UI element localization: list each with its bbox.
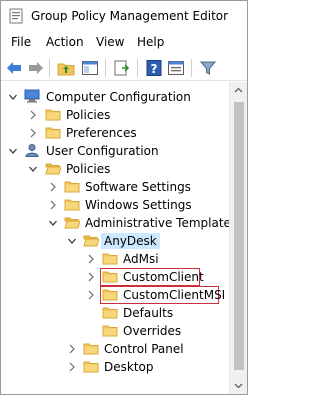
- tree-label: Administrative Templates: P: [85, 216, 229, 230]
- folder-open-icon: [45, 161, 61, 175]
- tree-label: Overrides: [123, 324, 182, 338]
- scroll-up-arrow-icon[interactable]: [230, 82, 247, 99]
- tree-node-overrides[interactable]: Overrides: [1, 322, 229, 340]
- vertical-scrollbar[interactable]: [229, 82, 247, 394]
- tree-node-windows-settings[interactable]: Windows Settings: [1, 196, 229, 214]
- folder-icon: [102, 251, 118, 265]
- tree-node-software-settings[interactable]: Software Settings: [1, 178, 229, 196]
- scrollbar-thumb[interactable]: [234, 102, 244, 370]
- tree-label: AnyDesk: [101, 233, 160, 249]
- tree-node-desktop[interactable]: Desktop: [1, 358, 229, 376]
- scroll-down-arrow-icon[interactable]: [230, 377, 247, 394]
- folder-icon: [83, 359, 99, 373]
- tree-label: Policies: [66, 108, 111, 122]
- tree-node-control-panel[interactable]: Control Panel: [1, 340, 229, 358]
- chevron-right-icon[interactable]: [67, 343, 77, 355]
- tree-label: Policies: [66, 162, 111, 176]
- tree-label: Defaults: [123, 306, 174, 320]
- toolbar-separator: [137, 59, 138, 77]
- chevron-right-icon[interactable]: [48, 181, 58, 193]
- filter-icon[interactable]: [199, 59, 217, 77]
- chevron-down-icon[interactable]: [8, 145, 18, 157]
- chevron-right-icon[interactable]: [48, 199, 58, 211]
- tree-label: Computer Configuration: [46, 90, 191, 104]
- window-title: Group Policy Management Editor: [31, 9, 229, 23]
- toolbar: ?: [1, 55, 247, 81]
- export-list-icon[interactable]: [113, 59, 131, 77]
- tree-label: AdMsi: [123, 252, 159, 266]
- toolbar-separator: [49, 59, 50, 77]
- chevron-right-icon[interactable]: [67, 361, 77, 373]
- folder-icon: [83, 341, 99, 355]
- policy-editor-app-icon: [9, 8, 23, 24]
- computer-icon: [24, 89, 40, 103]
- chevron-right-icon[interactable]: [28, 109, 38, 121]
- menu-file[interactable]: File: [11, 35, 31, 49]
- tree-node-uc-policies[interactable]: Policies: [1, 160, 229, 178]
- tree-node-computer-configuration[interactable]: Computer Configuration: [1, 88, 229, 106]
- toolbar-separator: [105, 59, 106, 77]
- tree-node-customclient[interactable]: CustomClient: [1, 268, 229, 286]
- chevron-down-icon[interactable]: [8, 91, 18, 103]
- folder-open-icon: [64, 215, 80, 229]
- tree-label: CustomClient: [123, 270, 204, 284]
- up-folder-icon[interactable]: [57, 59, 75, 77]
- folder-icon: [64, 197, 80, 211]
- tree-label: Desktop: [104, 360, 154, 374]
- tree-label: Software Settings: [85, 180, 191, 194]
- toolbar-separator: [191, 59, 192, 77]
- menu-view[interactable]: View: [96, 35, 124, 49]
- folder-icon: [102, 287, 118, 301]
- chevron-down-icon[interactable]: [67, 235, 77, 247]
- chevron-right-icon[interactable]: [28, 127, 38, 139]
- tree-node-user-configuration[interactable]: User Configuration: [1, 142, 229, 160]
- forward-icon[interactable]: [27, 59, 45, 77]
- tree-node-cc-policies[interactable]: Policies: [1, 106, 229, 124]
- help-icon[interactable]: ?: [145, 59, 163, 77]
- chevron-down-icon[interactable]: [28, 163, 38, 175]
- folder-icon: [45, 125, 61, 139]
- tree-node-anydesk[interactable]: AnyDesk: [1, 232, 229, 250]
- title-bar: Group Policy Management Editor: [1, 1, 247, 31]
- folder-icon: [102, 323, 118, 337]
- back-icon[interactable]: [5, 59, 23, 77]
- menu-bar: File Action View Help: [1, 33, 247, 53]
- menu-action[interactable]: Action: [46, 35, 84, 49]
- tree-node-admsi[interactable]: AdMsi: [1, 250, 229, 268]
- folder-icon: [64, 179, 80, 193]
- gpme-window: Group Policy Management Editor File Acti…: [0, 0, 248, 395]
- folder-open-icon: [83, 233, 99, 247]
- svg-text:?: ?: [151, 62, 158, 76]
- tree-label: Preferences: [66, 126, 137, 140]
- folder-icon: [45, 107, 61, 121]
- folder-icon: [102, 269, 118, 283]
- console-tree: Computer Configuration Policies Preferen…: [1, 82, 229, 394]
- tree-node-administrative-templates[interactable]: Administrative Templates: P: [1, 214, 229, 232]
- folder-icon: [102, 305, 118, 319]
- tree-label: Control Panel: [104, 342, 184, 356]
- chevron-right-icon[interactable]: [86, 271, 96, 283]
- tree-label: User Configuration: [46, 144, 159, 158]
- chevron-down-icon[interactable]: [48, 217, 58, 229]
- user-icon: [25, 144, 39, 157]
- tree-label: CustomClientMSI: [123, 288, 226, 302]
- chevron-right-icon[interactable]: [86, 289, 96, 301]
- tree-node-defaults[interactable]: Defaults: [1, 304, 229, 322]
- tree-label: Windows Settings: [85, 198, 192, 212]
- tree-node-cc-preferences[interactable]: Preferences: [1, 124, 229, 142]
- show-hide-tree-icon[interactable]: [81, 59, 99, 77]
- tree-node-customclientmsi[interactable]: CustomClientMSI: [1, 286, 229, 304]
- properties-icon[interactable]: [167, 59, 185, 77]
- menu-help[interactable]: Help: [137, 35, 164, 49]
- chevron-right-icon[interactable]: [86, 253, 96, 265]
